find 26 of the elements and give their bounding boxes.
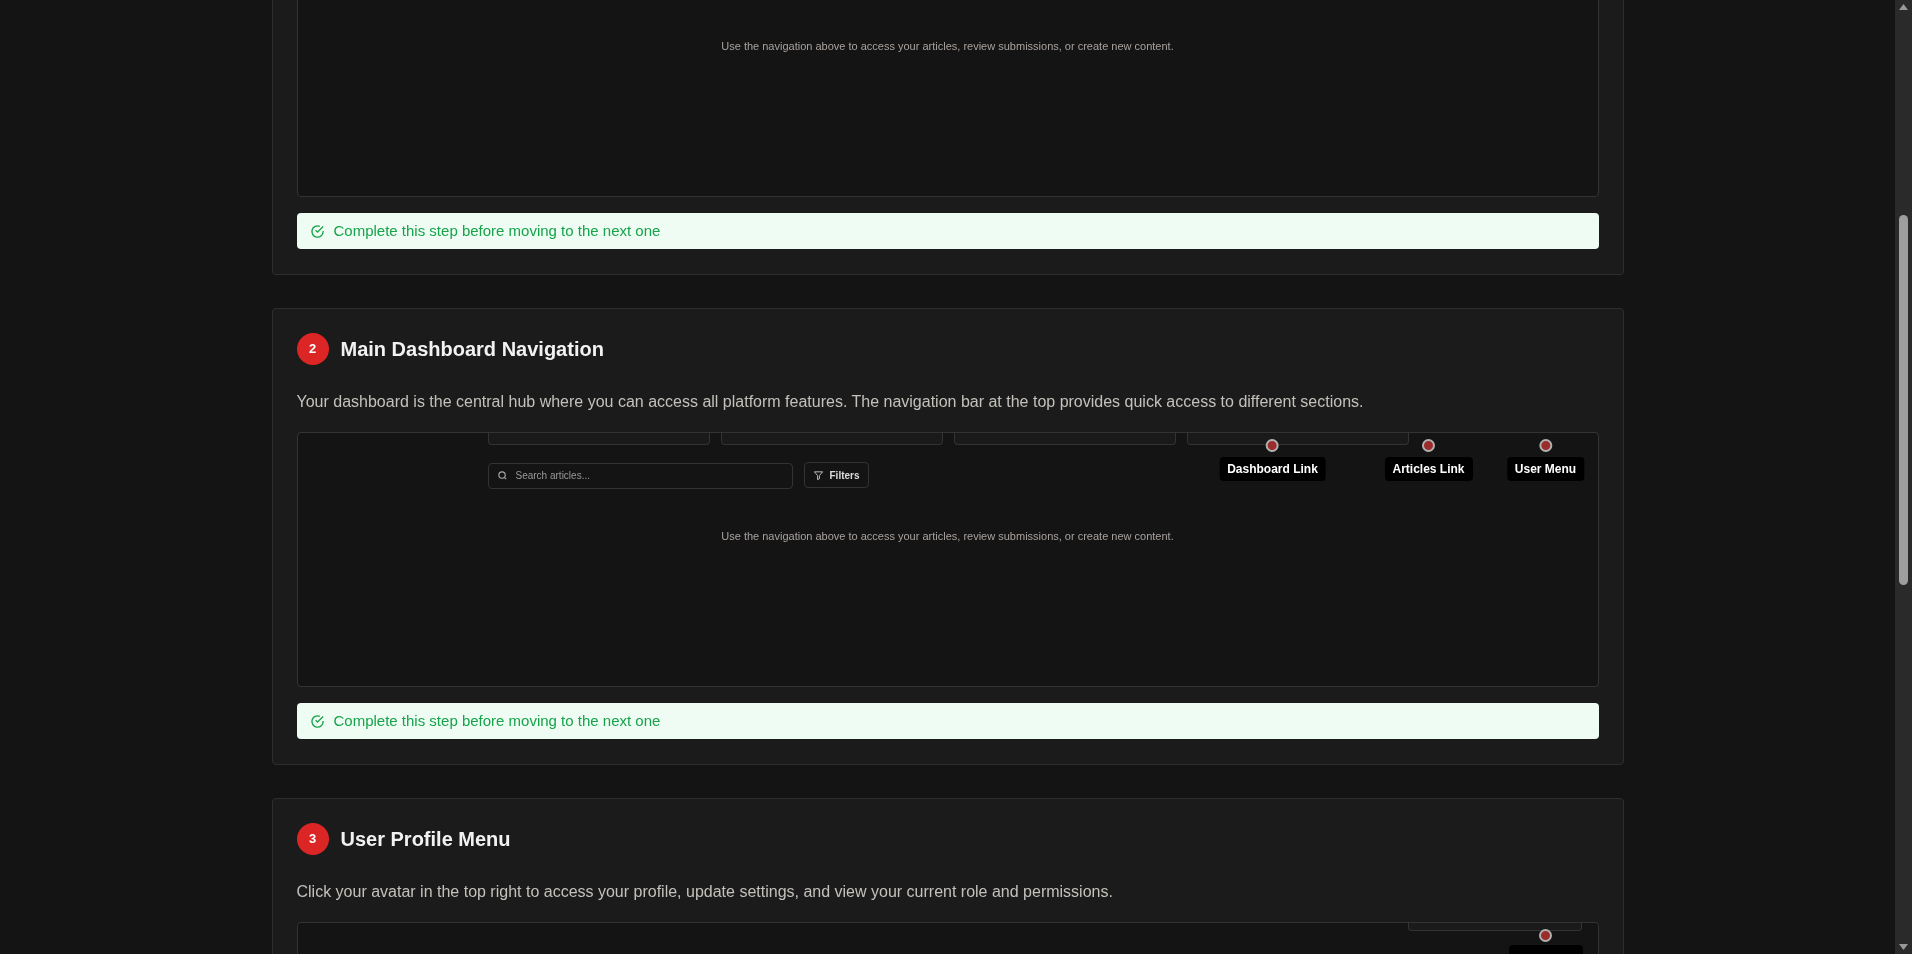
hotspot-label: User Menu [1506,457,1585,481]
hotspot-label: Dashboard Link [1219,457,1326,481]
step-number: 3 [296,823,329,855]
preview-caption: Use the navigation above to access your articles, review submissions, or create new content. [721,529,1174,544]
filter-icon [812,469,824,481]
hotspot-marker[interactable] [1539,439,1552,452]
scroll-up-icon[interactable] [1899,4,1908,10]
scroll-down-icon[interactable] [1899,944,1908,950]
scrollbar-thumb[interactable] [1899,215,1908,585]
step-description: Your dashboard is the central hub where you can access all platform features. The navigation bar at the top provides quick access to different sections. [296,392,1365,412]
check-circle-icon [309,713,325,729]
preview-caption: Use the navigation above to access your articles, review submissions, or create new content. [721,39,1174,54]
hotspot-marker[interactable] [1539,929,1552,942]
notice-text: Complete this step before moving to the next one [333,220,661,241]
scrollbar[interactable] [1895,0,1912,954]
hotspot-marker[interactable] [1422,439,1435,452]
step-description: Click your avatar in the top right to access your profile, update settings, and view your current role and permissions. [296,882,1114,902]
check-circle-icon [309,223,325,239]
search-field[interactable]: Search articles... [487,462,793,489]
step-number: 2 [296,333,329,365]
search-icon [496,469,508,481]
filters-button[interactable]: Filters [803,462,869,488]
step-title: User Profile Menu [340,827,511,852]
hotspot-label: Articles Link [1384,457,1473,481]
step-title: Main Dashboard Navigation [340,337,604,362]
notice-text: Complete this step before moving to the next one [333,710,661,731]
